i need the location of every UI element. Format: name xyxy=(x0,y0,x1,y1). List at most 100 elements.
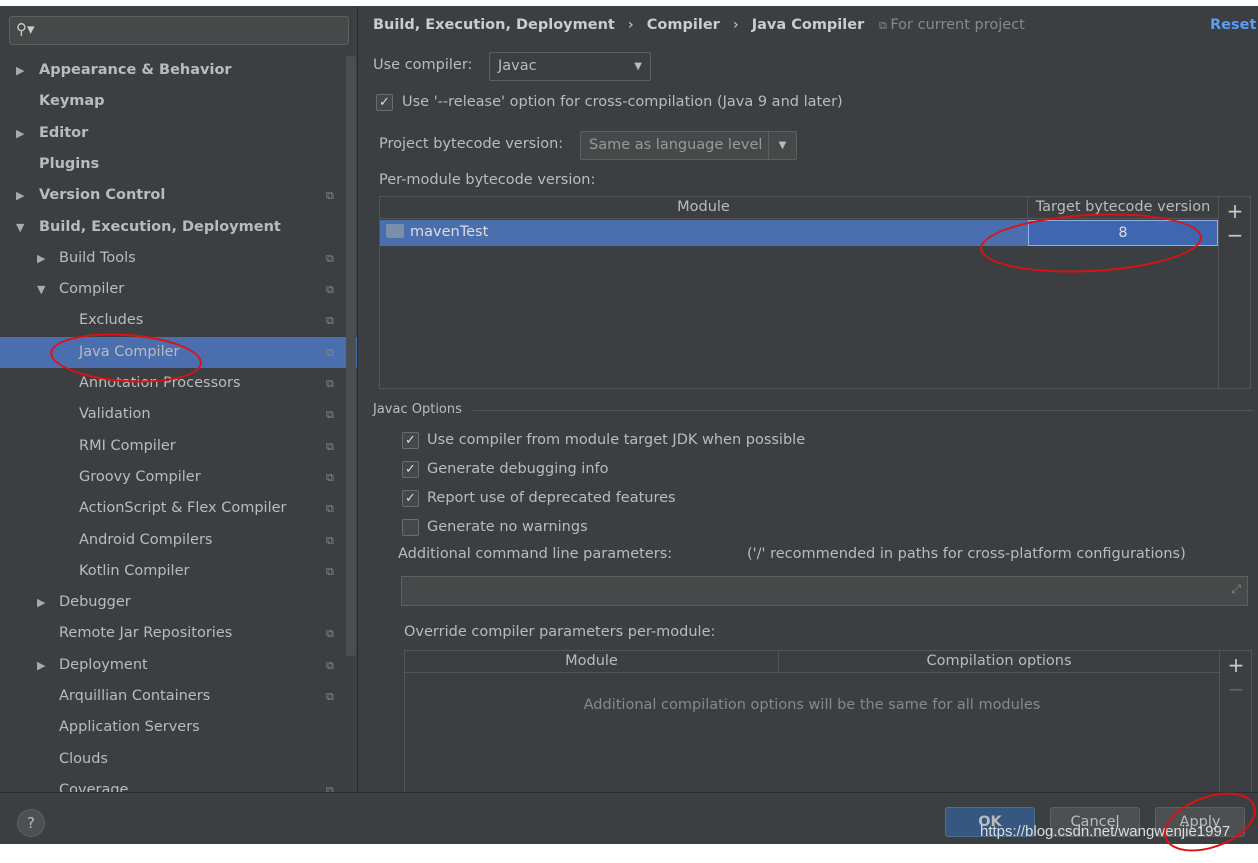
sidebar-item-label: Plugins xyxy=(39,155,100,172)
sidebar-item[interactable]: ▶ Version Control ⧉ xyxy=(0,180,345,211)
sidebar-item-label: Groovy Compiler xyxy=(79,468,201,485)
release-checkbox[interactable]: ✓ xyxy=(376,94,393,111)
project-scope-icon: ⧉ xyxy=(326,377,334,390)
option-label: Report use of deprecated features xyxy=(427,490,676,506)
column-header-options[interactable]: Compilation options xyxy=(779,651,1219,673)
copy-icon: ⧉ xyxy=(879,19,891,32)
collapse-arrow-icon[interactable]: ▼ xyxy=(16,212,24,243)
sidebar-item[interactable]: Groovy Compiler ⧉ xyxy=(0,462,345,493)
collapse-arrow-icon[interactable]: ▼ xyxy=(37,274,45,305)
sidebar-item-label: Build Tools xyxy=(59,249,136,266)
project-scope-icon: ⧉ xyxy=(326,251,334,265)
sidebar-item[interactable]: ▶ Deployment ⧉ xyxy=(0,650,345,681)
sidebar-item[interactable]: ▶ Build Tools ⧉ xyxy=(0,243,345,274)
sidebar-item[interactable]: Plugins xyxy=(0,149,345,180)
override-table: Module Compilation options Additional co… xyxy=(404,650,1252,794)
sidebar-item-label: Remote Jar Repositories xyxy=(59,625,233,642)
reset-link[interactable]: Reset xyxy=(1210,17,1256,33)
option-checkbox[interactable] xyxy=(402,519,419,536)
project-scope-icon: ⧉ xyxy=(326,564,334,578)
bytecode-value: Same as language level xyxy=(589,137,763,153)
add-icon[interactable]: + xyxy=(1220,653,1252,677)
sidebar-item-label: Arquillian Containers xyxy=(59,688,211,704)
search-input[interactable]: ⚲▾ xyxy=(9,16,349,45)
sidebar-item[interactable]: ▶ Debugger xyxy=(0,587,345,618)
breadcrumb-separator: › xyxy=(732,17,739,33)
sidebar-item-label: Excludes xyxy=(79,312,144,329)
project-scope-icon: ⧉ xyxy=(326,533,334,547)
sidebar-item[interactable]: ▼ Compiler ⧉ xyxy=(0,274,345,305)
compiler-dropdown[interactable]: Javac ▼ xyxy=(489,52,651,81)
project-scope-icon: ⧉ xyxy=(326,470,334,484)
column-header-module[interactable]: Module xyxy=(380,197,1028,219)
project-scope-icon: ⧉ xyxy=(326,283,334,297)
breadcrumb-item: Build, Execution, Deployment xyxy=(373,17,615,33)
expand-arrow-icon[interactable]: ▶ xyxy=(37,243,45,274)
scope-label: For current project xyxy=(890,17,1025,33)
dialog-footer: ? OK Cancel Apply https://blog.csdn.net/… xyxy=(0,792,1258,844)
compiler-value: Javac xyxy=(498,58,537,74)
sidebar-item[interactable]: ▼ Build, Execution, Deployment xyxy=(0,212,345,243)
settings-sidebar: ⚲▾ ▶ Appearance & Behavior Keymap ▶ Editor Pl… xyxy=(0,6,358,792)
sidebar-item-label: Build, Execution, Deployment xyxy=(39,218,281,235)
params-input[interactable]: ⤢ xyxy=(401,576,1248,606)
remove-icon: − xyxy=(1227,677,1245,701)
bytecode-label: Project bytecode version: xyxy=(379,136,564,152)
chevron-down-icon: ▼ xyxy=(768,132,796,159)
sidebar-item[interactable]: Remote Jar Repositories ⧉ xyxy=(0,618,345,649)
params-label: Additional command line parameters: xyxy=(398,546,673,562)
sidebar-item-label: Coverage xyxy=(59,781,129,792)
sidebar-item[interactable]: Kotlin Compiler ⧉ xyxy=(0,556,345,587)
expand-icon[interactable]: ⤢ xyxy=(1231,582,1241,597)
sidebar-item-label: Editor xyxy=(39,124,89,141)
project-scope-icon: ⧉ xyxy=(326,189,334,203)
project-scope-icon: ⧉ xyxy=(326,658,334,672)
sidebar-item[interactable]: Clouds xyxy=(0,744,345,775)
add-icon[interactable]: + xyxy=(1219,199,1251,223)
project-scope-icon: ⧉ xyxy=(326,690,334,703)
sidebar-item[interactable]: Excludes ⧉ xyxy=(0,305,345,336)
breadcrumb-separator: › xyxy=(627,17,634,33)
params-hint: ('/' recommended in paths for cross-plat… xyxy=(747,546,1186,562)
option-label: Use compiler from module target JDK when… xyxy=(427,432,806,448)
bytecode-dropdown[interactable]: Same as language level ▼ xyxy=(580,131,797,160)
breadcrumb-item: Compiler xyxy=(646,17,720,33)
sidebar-item[interactable]: Android Compilers ⧉ xyxy=(0,525,345,556)
sidebar-item[interactable]: ▶ Editor xyxy=(0,118,345,149)
sidebar-scrollbar[interactable] xyxy=(346,56,356,656)
project-scope-icon: ⧉ xyxy=(326,627,334,641)
sidebar-item[interactable]: Application Servers xyxy=(0,712,345,743)
sidebar-item[interactable]: Keymap xyxy=(0,86,345,117)
sidebar-item-label: Kotlin Compiler xyxy=(79,562,190,579)
expand-arrow-icon[interactable]: ▶ xyxy=(16,55,24,86)
sidebar-item-label: Deployment xyxy=(59,656,148,673)
help-button[interactable]: ? xyxy=(17,809,45,837)
sidebar-item-label: Validation xyxy=(79,406,151,423)
breadcrumb-item: Java Compiler xyxy=(751,17,865,33)
remove-icon[interactable]: − xyxy=(1219,223,1251,247)
option-checkbox[interactable]: ✓ xyxy=(402,461,419,478)
expand-arrow-icon[interactable]: ▶ xyxy=(37,650,45,681)
use-compiler-label: Use compiler: xyxy=(373,57,473,73)
expand-arrow-icon[interactable]: ▶ xyxy=(37,587,45,618)
option-label: Generate debugging info xyxy=(427,461,609,477)
sidebar-item-label: Android Compilers xyxy=(79,531,213,548)
option-checkbox[interactable]: ✓ xyxy=(402,490,419,507)
expand-arrow-icon[interactable]: ▶ xyxy=(16,118,24,149)
expand-arrow-icon[interactable]: ▶ xyxy=(16,180,24,211)
settings-dialog: ⚲▾ ▶ Appearance & Behavior Keymap ▶ Editor Pl… xyxy=(0,6,1258,863)
sidebar-item[interactable]: RMI Compiler ⧉ xyxy=(0,431,345,462)
sidebar-item-label: ActionScript & Flex Compiler xyxy=(79,500,287,517)
sidebar-item[interactable]: ActionScript & Flex Compiler ⧉ xyxy=(0,493,345,524)
sidebar-item[interactable]: Validation ⧉ xyxy=(0,399,345,430)
per-module-label: Per-module bytecode version: xyxy=(379,172,596,188)
column-header-module[interactable]: Module xyxy=(405,651,779,673)
empty-table-text: Additional compilation options will be t… xyxy=(583,697,1041,713)
sidebar-item[interactable]: Coverage ⧉ xyxy=(0,775,345,792)
project-scope-icon: ⧉ xyxy=(326,439,334,453)
option-checkbox[interactable]: ✓ xyxy=(402,432,419,449)
sidebar-item[interactable]: ▶ Appearance & Behavior xyxy=(0,55,345,86)
sidebar-item[interactable]: Arquillian Containers ⧉ xyxy=(0,681,345,712)
module-folder-icon xyxy=(386,224,404,238)
search-icon: ⚲▾ xyxy=(16,20,35,38)
